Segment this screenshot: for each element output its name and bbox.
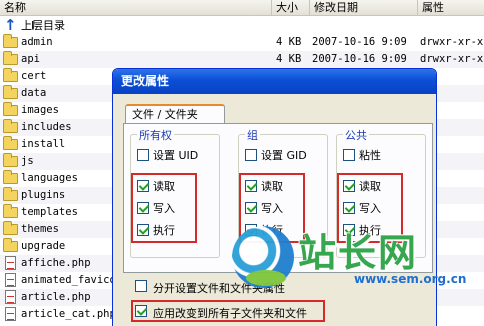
file-name: admin — [21, 36, 53, 48]
parent-dir-row[interactable]: ↑ 上层目录 — [0, 17, 484, 34]
watermark-text: 站长网 — [298, 230, 419, 275]
file-name: api — [21, 53, 40, 65]
folder-icon — [3, 204, 18, 218]
watermark-logo-icon — [232, 226, 294, 288]
file-name: images — [21, 104, 59, 116]
file-name: languages — [21, 172, 78, 184]
permission-group-owner: 所有权 设置 UID 读取 写入 执行 — [130, 127, 220, 258]
file-name: data — [21, 87, 47, 99]
folder-icon — [3, 238, 18, 252]
file-icon — [5, 256, 16, 270]
watermark-url: www.sem.org.cn — [354, 272, 467, 286]
text-cursor-icon: I — [31, 19, 35, 32]
folder-icon — [3, 102, 18, 116]
file-row[interactable]: admin 4 KB 2007-10-16 9:09 drwxr-xr-x — [0, 34, 484, 51]
permission-group-title: 组 — [245, 127, 260, 143]
file-name: themes — [21, 223, 59, 235]
file-icon — [5, 273, 16, 287]
special-checkbox[interactable] — [343, 149, 355, 161]
file-name: affiche.php — [21, 257, 91, 269]
file-date: 2007-10-16 9:09 — [312, 36, 407, 48]
folder-icon — [3, 68, 18, 82]
file-size: 4 KB — [276, 36, 302, 48]
file-name: includes — [21, 121, 72, 133]
file-attr: drwxr-xr-x — [420, 53, 484, 65]
dialog-title: 更改属性 — [121, 74, 170, 88]
file-list-header: 名称 大小 修改日期 属性 — [0, 0, 484, 16]
special-label: 设置 GID — [261, 149, 307, 162]
permission-group-title: 公共 — [343, 127, 369, 143]
file-name: install — [21, 138, 66, 150]
file-attr: drwxr-xr-x — [420, 36, 484, 48]
folder-icon — [3, 34, 18, 48]
file-size: 4 KB — [276, 53, 302, 65]
folder-icon — [3, 136, 18, 150]
file-name: article.php — [21, 291, 91, 303]
folder-icon — [3, 153, 18, 167]
folder-icon — [3, 187, 18, 201]
highlight-box-permissions — [131, 173, 197, 243]
dialog-titlebar[interactable]: 更改属性 — [113, 69, 436, 94]
special-checkbox[interactable] — [245, 149, 257, 161]
column-header-size[interactable]: 大小 — [272, 0, 310, 16]
column-header-date[interactable]: 修改日期 — [310, 0, 418, 16]
file-date: 2007-10-16 9:09 — [312, 53, 407, 65]
tab-file-folder[interactable]: 文件 / 文件夹 — [125, 104, 225, 124]
folder-icon — [3, 221, 18, 235]
folder-icon — [3, 170, 18, 184]
permission-group-title: 所有权 — [137, 127, 174, 143]
file-name: templates — [21, 206, 78, 218]
file-icon — [5, 307, 16, 321]
file-name: plugins — [21, 189, 66, 201]
special-checkbox[interactable] — [137, 149, 149, 161]
special-label: 粘性 — [359, 149, 381, 162]
file-row[interactable]: api 4 KB 2007-10-16 9:09 drwxr-xr-x — [0, 51, 484, 68]
up-arrow-icon: ↑ — [4, 16, 17, 34]
file-name: js — [21, 155, 34, 167]
column-header-name[interactable]: 名称 — [0, 0, 272, 16]
folder-icon — [3, 119, 18, 133]
folder-icon — [3, 51, 18, 65]
file-name: upgrade — [21, 240, 66, 252]
file-name: cert — [21, 70, 47, 82]
separate-attributes-checkbox[interactable] — [135, 280, 147, 292]
parent-dir-label: 上层目录 — [21, 19, 65, 32]
special-label: 设置 UID — [153, 149, 199, 162]
file-name: animated_favicon — [21, 274, 123, 286]
file-name: article_cat.php — [21, 308, 116, 320]
folder-icon — [3, 85, 18, 99]
column-header-attr[interactable]: 属性 — [418, 0, 484, 16]
highlight-box-recursive — [131, 300, 325, 322]
change-attributes-dialog: 更改属性 文件 / 文件夹 所有权 设置 UID 读取 写入 执行组设置 GID 读取 写入… — [112, 68, 437, 326]
file-icon — [5, 290, 16, 304]
